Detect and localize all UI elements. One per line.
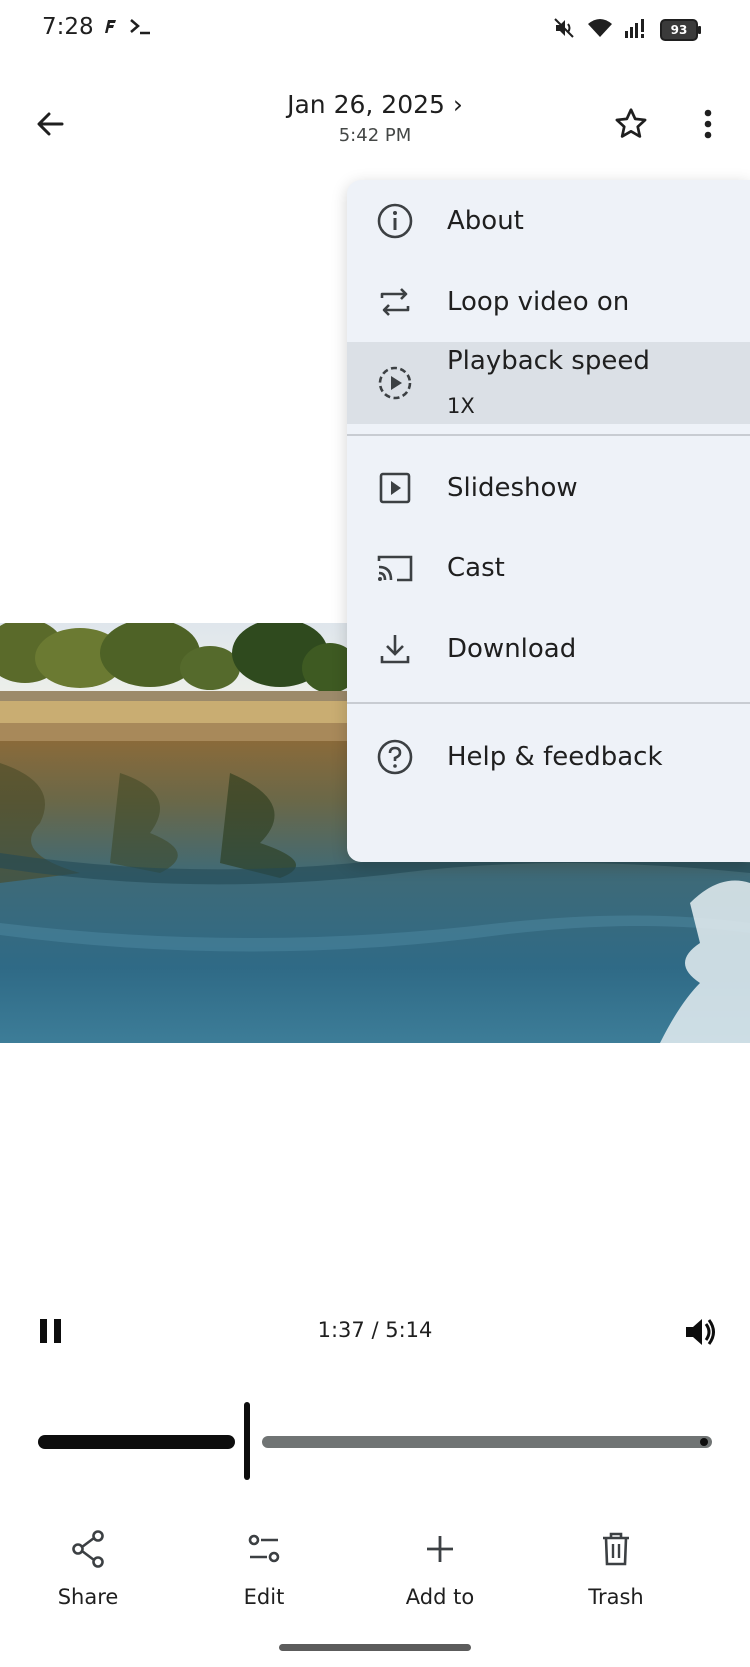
edit-button[interactable]: Edit [194, 1525, 334, 1609]
playback-speed-icon [375, 363, 415, 403]
menu-item-label: Help & feedback [447, 742, 663, 772]
menu-item-playback-speed[interactable]: Playback speed 1X [347, 342, 750, 424]
add-to-button[interactable]: Add to [370, 1525, 510, 1609]
trash-button[interactable]: Trash [546, 1525, 686, 1609]
menu-item-loop-video[interactable]: Loop video on [347, 262, 750, 342]
pause-button[interactable] [28, 1308, 74, 1354]
video-scrubber[interactable] [38, 1400, 712, 1480]
help-icon [375, 737, 415, 777]
download-icon [375, 629, 415, 669]
menu-item-download[interactable]: Download [347, 608, 750, 690]
menu-item-label: Playback speed [447, 346, 650, 376]
menu-item-about[interactable]: About [347, 180, 750, 262]
share-icon [18, 1525, 158, 1573]
menu-item-label: Slideshow [447, 473, 578, 503]
cast-icon [375, 548, 415, 588]
home-indicator[interactable] [279, 1644, 471, 1651]
info-icon [375, 201, 415, 241]
plus-icon [370, 1525, 510, 1573]
add-to-label: Add to [405, 1585, 475, 1609]
playback-time: 1:37 / 5:14 [317, 1318, 433, 1342]
status-bar: 7:28 93 [0, 0, 750, 64]
scrubber-track-remaining [262, 1436, 712, 1448]
menu-item-label: Loop video on [447, 287, 630, 317]
battery-icon: 93 [660, 19, 701, 41]
status-icons-left [100, 16, 154, 40]
volume-button[interactable] [676, 1308, 724, 1356]
signal-icon [624, 17, 650, 43]
back-button[interactable] [26, 100, 74, 148]
back-arrow-icon [37, 112, 64, 136]
scrubber-thumb[interactable] [244, 1402, 250, 1480]
pause-icon [40, 1319, 61, 1343]
scrubber-track-played [38, 1435, 235, 1449]
photo-date-label: Jan 26, 2025 [287, 90, 445, 119]
playback-speed-value: 1X [447, 394, 475, 418]
menu-item-help-feedback[interactable]: Help & feedback [347, 716, 750, 798]
menu-item-slideshow[interactable]: Slideshow [347, 448, 750, 528]
slideshow-icon [375, 468, 415, 508]
photo-time: 5:42 PM [338, 125, 412, 146]
share-label: Share [57, 1585, 119, 1609]
menu-item-cast[interactable]: Cast [347, 528, 750, 608]
repeat-icon [375, 282, 415, 322]
favorite-button[interactable] [607, 100, 655, 148]
trash-icon [546, 1525, 686, 1573]
status-icons-right: 93 [552, 16, 701, 44]
menu-divider [347, 434, 750, 436]
menu-item-label: Cast [447, 553, 505, 583]
overflow-menu: About Loop video on Playback speed 1X Sl… [347, 180, 750, 862]
wifi-icon [586, 17, 614, 43]
f-app-icon [100, 17, 118, 39]
title-block[interactable]: Jan 26, 2025 › 5:42 PM [220, 90, 530, 146]
edit-sliders-icon [194, 1525, 334, 1573]
share-button[interactable]: Share [18, 1525, 158, 1609]
volume-icon [686, 1319, 715, 1345]
scrubber-end-dot [700, 1438, 708, 1446]
mute-icon [552, 16, 576, 44]
chevron-right-icon: › [452, 90, 463, 119]
photo-date[interactable]: Jan 26, 2025 › [287, 90, 463, 119]
menu-item-label: Download [447, 634, 577, 664]
more-vert-icon [704, 109, 712, 139]
trash-label: Trash [588, 1585, 644, 1609]
menu-divider [347, 702, 750, 704]
edit-label: Edit [243, 1585, 285, 1609]
status-time: 7:28 [42, 14, 94, 40]
star-icon [615, 108, 647, 138]
menu-item-label: About [447, 206, 524, 236]
more-options-button[interactable] [684, 100, 732, 148]
terminal-icon [128, 16, 154, 40]
